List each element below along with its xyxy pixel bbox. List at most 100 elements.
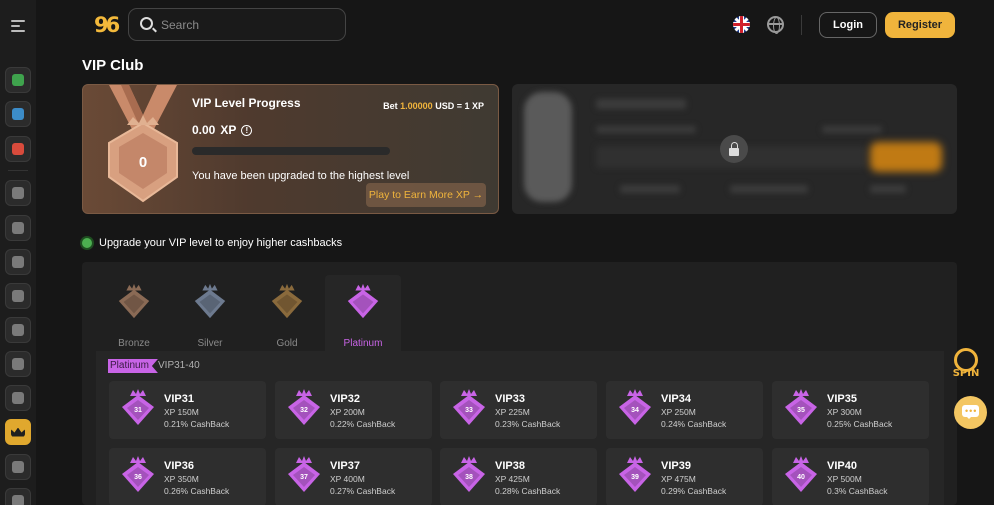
tier-tab-label: Gold [276, 338, 298, 349]
vip-level-card: 39 VIP39 XP 475M 0.29% CashBack [606, 448, 763, 505]
logo-text: 96 [94, 13, 120, 37]
vip-xp-requirement: XP 425M [495, 474, 530, 484]
vip-level-card: 33 VIP33 XP 225M 0.23% CashBack [440, 381, 597, 439]
spin-wheel-button[interactable]: SPIN [950, 348, 982, 382]
crown-nav-item[interactable] [5, 419, 31, 445]
fire-nav-item[interactable] [5, 488, 31, 505]
roulette-nav-item[interactable] [5, 385, 31, 411]
status-text: You have been upgraded to the highest le… [192, 170, 410, 182]
chip-nav-item[interactable] [5, 180, 31, 206]
vip-cashback-rate: 0.25% CashBack [827, 419, 893, 429]
tier-tag: Platinum [108, 359, 158, 373]
badge-number: 35 [797, 407, 805, 414]
vip-level-name: VIP40 [827, 460, 857, 472]
vip-cashback-rate: 0.21% CashBack [164, 419, 230, 429]
vip-level-name: VIP36 [164, 460, 194, 472]
fire-icon [12, 495, 24, 505]
vip-level-card: 35 VIP35 XP 300M 0.25% CashBack [772, 381, 929, 439]
slot-seven-icon [12, 256, 24, 268]
badge-number: 39 [631, 474, 639, 481]
grid-game-nav-item[interactable] [5, 67, 31, 93]
vip-level-name: VIP31 [164, 393, 194, 405]
hint-text: Upgrade your VIP level to enjoy higher c… [99, 237, 343, 249]
vip-level-card: 36 VIP36 XP 350M 0.26% CashBack [109, 448, 266, 505]
dice-nav-item[interactable] [5, 283, 31, 309]
tier-tab-gold[interactable]: Gold [249, 275, 325, 351]
trophy-nav-item[interactable] [5, 454, 31, 480]
vip-level-card: 31 VIP31 XP 150M 0.21% CashBack [109, 381, 266, 439]
vip-level-card: 38 VIP38 XP 425M 0.28% CashBack [440, 448, 597, 505]
vip-level-name: VIP38 [495, 460, 525, 472]
platinum-badge-icon: 40 [785, 456, 817, 492]
play-to-earn-button[interactable]: Play to Earn More XP → [366, 183, 486, 207]
sports-icon [12, 143, 24, 155]
casino-nav-item[interactable] [5, 101, 31, 127]
platinum-badge-icon: 37 [288, 456, 320, 492]
medal-level: 0 [139, 154, 147, 171]
ball-icon [12, 358, 24, 370]
platinum-badge-icon: 33 [453, 389, 485, 425]
badge-number: 36 [134, 474, 142, 481]
slot-seven-nav-item[interactable] [5, 249, 31, 275]
vip-progress-card: 0 VIP Level Progress Bet 1.00000 USD = 1… [82, 84, 499, 214]
spin-label: SPIN [952, 368, 980, 379]
trophy-icon [12, 461, 24, 473]
tier-tab-label: Silver [197, 338, 223, 349]
rocket-nav-item[interactable] [5, 215, 31, 241]
search-box[interactable] [128, 8, 346, 41]
register-button[interactable]: Register [885, 12, 955, 38]
blurred-mascot [524, 92, 572, 202]
rocket-icon [12, 222, 24, 234]
info-icon[interactable]: ! [241, 124, 253, 136]
badge-number: 32 [300, 407, 308, 414]
vip-cashback-rate: 0.3% CashBack [827, 486, 888, 496]
badge-number: 40 [797, 474, 805, 481]
vip-level-card: 40 VIP40 XP 500M 0.3% CashBack [772, 448, 929, 505]
page-title: VIP Club [82, 57, 144, 74]
sidebar-divider [8, 170, 28, 171]
vip-cashback-rate: 0.22% CashBack [330, 419, 396, 429]
badge-number: 31 [134, 407, 142, 414]
chip-icon [12, 187, 24, 199]
tier-tab-bronze[interactable]: Bronze [96, 275, 172, 351]
vip-xp-requirement: XP 475M [661, 474, 696, 484]
blurred-button [870, 142, 942, 172]
roulette-icon [12, 392, 24, 404]
vip-cashback-rate: 0.27% CashBack [330, 486, 396, 496]
uk-flag-icon[interactable] [733, 16, 750, 33]
cards-icon [12, 324, 24, 336]
vip-cashback-rate: 0.23% CashBack [495, 419, 561, 429]
vip-level-name: VIP32 [330, 393, 360, 405]
vip-cashback-rate: 0.29% CashBack [661, 486, 727, 496]
tier-tab-platinum[interactable]: Platinum [325, 275, 401, 351]
grid-game-icon [12, 74, 24, 86]
platinum-badge-icon: 35 [785, 389, 817, 425]
menu-icon[interactable] [11, 20, 25, 32]
search-input[interactable] [161, 16, 331, 34]
vip-xp-requirement: XP 500M [827, 474, 862, 484]
platinum-badge-icon: 31 [122, 389, 154, 425]
vip-xp-requirement: XP 250M [661, 407, 696, 417]
platinum-badge-icon: 39 [619, 456, 651, 492]
ball-nav-item[interactable] [5, 351, 31, 377]
badge-number: 33 [465, 407, 473, 414]
vip-level-name: VIP34 [661, 393, 691, 405]
tier-tab-label: Platinum [343, 338, 383, 349]
lock-icon [720, 135, 748, 163]
green-dot-icon [82, 238, 92, 248]
sidebar [0, 0, 36, 505]
chat-button[interactable]: ••• [954, 396, 987, 429]
login-button[interactable]: Login [819, 12, 877, 38]
sports-nav-item[interactable] [5, 136, 31, 162]
vip-level-name: VIP35 [827, 393, 857, 405]
vip-level-card: 32 VIP32 XP 200M 0.22% CashBack [275, 381, 432, 439]
globe-icon[interactable] [767, 16, 784, 34]
tier-tab-silver[interactable]: Silver [172, 275, 248, 351]
dice-icon [12, 290, 24, 302]
badge-number: 37 [300, 474, 308, 481]
silver-badge-icon [194, 283, 226, 319]
vip-xp-requirement: XP 350M [164, 474, 199, 484]
logo[interactable]: 96 [94, 13, 122, 37]
cards-nav-item[interactable] [5, 317, 31, 343]
xp-value: 0.00 XP ! [192, 123, 253, 137]
